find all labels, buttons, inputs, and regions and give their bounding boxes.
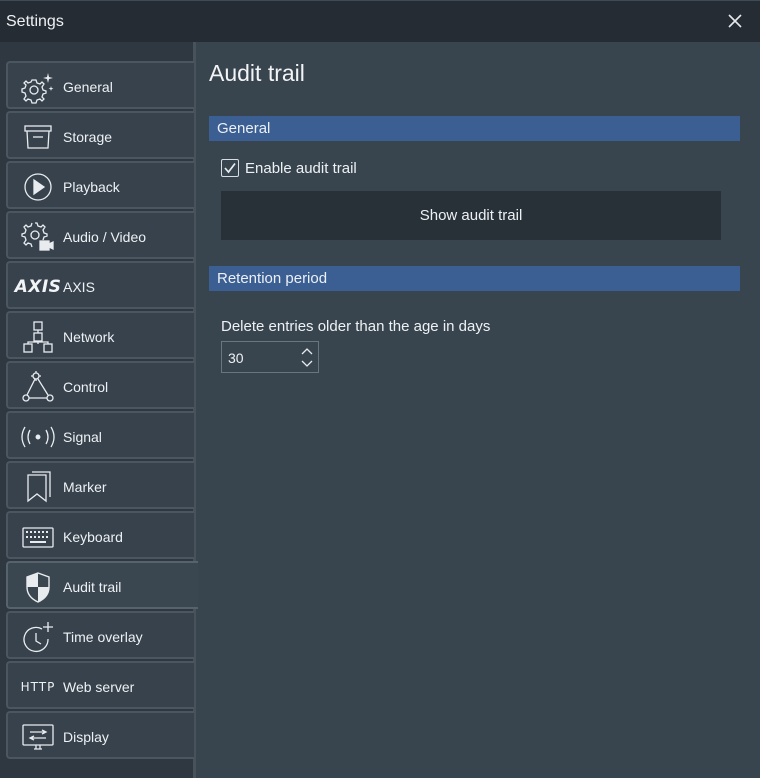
shield-icon xyxy=(20,570,56,604)
retention-days-label: Delete entries older than the age in day… xyxy=(221,318,491,335)
page-title: Audit trail xyxy=(209,60,305,86)
axis-logo: AXIS xyxy=(14,277,62,297)
network-icon xyxy=(20,320,56,354)
sidebar-item-axis[interactable]: AXIS AXIS xyxy=(6,261,194,309)
title-bar: Settings xyxy=(0,0,760,42)
retention-days-spinbox[interactable]: 30 xyxy=(221,341,319,373)
sidebar-item-label: Time overlay xyxy=(63,629,143,645)
sidebar-item-label: AXIS xyxy=(63,279,95,295)
sidebar-item-control[interactable]: Control xyxy=(6,361,194,409)
signal-icon xyxy=(16,420,60,454)
play-icon xyxy=(20,170,56,204)
section-header-general: General xyxy=(209,116,740,141)
sidebar-item-network[interactable]: Network xyxy=(6,311,194,359)
spinbox-arrows xyxy=(299,344,315,370)
control-icon xyxy=(20,370,56,404)
sidebar-item-label: Playback xyxy=(63,179,120,195)
sidebar-item-signal[interactable]: Signal xyxy=(6,411,194,459)
bookmark-icon xyxy=(20,470,56,504)
sidebar-item-display[interactable]: Display xyxy=(6,711,194,759)
gear-camera-icon xyxy=(20,220,56,254)
settings-content-panel: Audit trail General Enable audit trail S… xyxy=(196,42,760,778)
chevron-up-icon[interactable] xyxy=(299,345,315,357)
chevron-down-icon[interactable] xyxy=(299,358,315,370)
sidebar-item-label: Marker xyxy=(63,479,107,495)
sidebar-item-label: Network xyxy=(63,329,115,345)
enable-audit-trail-checkbox[interactable]: Enable audit trail xyxy=(221,157,357,179)
storage-icon xyxy=(20,120,56,154)
sidebar-item-label: Keyboard xyxy=(63,529,123,545)
sidebar-item-label: Storage xyxy=(63,129,113,145)
settings-sidebar: General Storage Playback Audio / Video A… xyxy=(0,42,198,778)
sidebar-item-time-overlay[interactable]: Time overlay xyxy=(6,611,194,659)
clock-plus-icon xyxy=(20,620,56,654)
sidebar-item-marker[interactable]: Marker xyxy=(6,461,194,509)
sidebar-item-web-server[interactable]: HTTP Web server xyxy=(6,661,194,709)
sidebar-item-label: Signal xyxy=(63,429,102,445)
window-title: Settings xyxy=(6,13,64,30)
keyboard-icon xyxy=(20,520,56,554)
section-header-retention-period: Retention period xyxy=(209,266,740,291)
sidebar-item-label: Audit trail xyxy=(63,579,122,595)
checkbox-label: Enable audit trail xyxy=(245,159,357,177)
show-audit-trail-button[interactable]: Show audit trail xyxy=(221,191,721,240)
close-icon[interactable] xyxy=(724,10,746,32)
sidebar-item-label: Control xyxy=(63,379,109,395)
gear-sparkle-icon xyxy=(20,70,56,104)
sidebar-item-audio-video[interactable]: Audio / Video xyxy=(6,211,194,259)
checkbox-checked-icon[interactable] xyxy=(221,159,239,177)
display-icon xyxy=(20,720,56,754)
http-icon: HTTP xyxy=(20,680,56,694)
sidebar-item-label: Audio / Video xyxy=(63,229,147,245)
retention-days-value[interactable]: 30 xyxy=(228,350,244,366)
sidebar-item-keyboard[interactable]: Keyboard xyxy=(6,511,194,559)
sidebar-item-label: Web server xyxy=(63,679,135,695)
sidebar-item-general[interactable]: General xyxy=(6,61,194,109)
sidebar-item-label: General xyxy=(63,79,113,95)
sidebar-item-label: Display xyxy=(63,729,109,745)
sidebar-item-audit-trail[interactable]: Audit trail xyxy=(6,561,198,609)
sidebar-item-playback[interactable]: Playback xyxy=(6,161,194,209)
sidebar-item-storage[interactable]: Storage xyxy=(6,111,194,159)
